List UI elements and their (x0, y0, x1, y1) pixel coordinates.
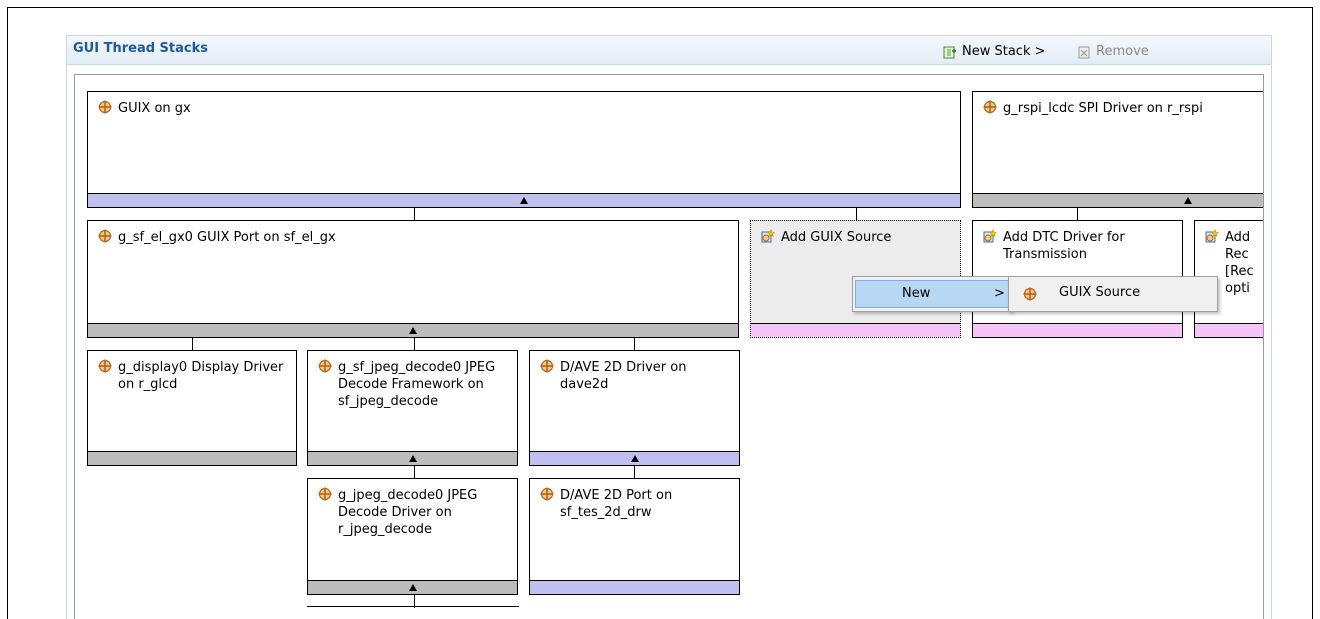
node-label: g_sf_jpeg_decode0 JPEG Decode Framework … (338, 360, 496, 409)
stack-node-sf-el-gx[interactable]: g_sf_el_gx0 GUIX Port on sf_el_gx (87, 220, 739, 338)
node-label: D/AVE 2D Port on sf_tes_2d_drw (560, 488, 673, 520)
collapse-arrow-icon[interactable] (630, 455, 639, 462)
connector-line (414, 337, 415, 351)
stack-node-dave2d-port[interactable]: D/AVE 2D Port on sf_tes_2d_drw (529, 478, 740, 595)
connector-line (192, 337, 193, 351)
connector-line (634, 337, 635, 351)
connector-line (1077, 207, 1078, 221)
connector-line (307, 606, 519, 607)
add-module-icon (983, 229, 997, 243)
placeholder-bar (1195, 323, 1263, 337)
new-stack-label: New Stack > (962, 44, 1046, 59)
node-label: g_jpeg_decode0 JPEG Decode Driver on r_j… (338, 488, 478, 537)
placeholder-bar (751, 323, 960, 337)
collapse-bar[interactable] (530, 451, 739, 465)
node-label: g_rspi_lcdc SPI Driver on r_rspi (1003, 101, 1203, 116)
add-module-icon (1205, 229, 1219, 243)
stack-module-icon (1023, 287, 1037, 301)
stack-node-display0[interactable]: g_display0 Display Driver on r_glcd (87, 350, 297, 466)
stack-module-icon (98, 229, 112, 243)
stack-node-guix[interactable]: GUIX on gx (87, 91, 961, 208)
node-label: D/AVE 2D Driver on dave2d (560, 360, 687, 392)
remove-label: Remove (1096, 44, 1149, 59)
collapse-arrow-icon[interactable] (408, 584, 417, 591)
stack-module-icon (98, 359, 112, 373)
node-label: GUIX on gx (118, 101, 191, 116)
add-module-icon (761, 229, 775, 243)
collapse-arrow-icon[interactable] (408, 455, 417, 462)
connector-line (634, 465, 635, 479)
node-label-line: [Rec (1225, 264, 1254, 279)
connector-line (414, 465, 415, 479)
collapse-bar (530, 580, 739, 594)
stack-module-icon (540, 487, 554, 501)
collapse-bar[interactable] (308, 580, 517, 594)
stack-module-icon (98, 100, 112, 114)
node-label: g_display0 Display Driver on r_glcd (118, 360, 284, 392)
stack-node-jpeg-framework[interactable]: g_sf_jpeg_decode0 JPEG Decode Framework … (307, 350, 518, 466)
collapse-arrow-icon[interactable] (409, 327, 417, 334)
context-menu: New > (852, 276, 1012, 312)
node-label-line: Add (1225, 230, 1251, 245)
stack-canvas[interactable]: GUIX on gx g_rspi_lcdc SPI Driver on r_r… (74, 74, 1264, 619)
connector-line (856, 207, 857, 221)
new-stack-button[interactable]: New Stack > (943, 44, 1046, 59)
node-label: Add DTC Driver for Transmission (1003, 230, 1125, 262)
collapse-arrow-icon[interactable] (1184, 197, 1192, 204)
node-label: Add Rec [Rec opti (1225, 229, 1254, 297)
placeholder-bar (973, 323, 1182, 337)
remove-icon (1078, 46, 1090, 58)
collapse-arrow-icon[interactable] (520, 197, 528, 204)
stack-module-icon (983, 100, 997, 114)
menu-item-guix-source[interactable]: GUIX Source (1011, 280, 1215, 308)
menu-item-guix-source-label: GUIX Source (1059, 285, 1141, 300)
remove-button[interactable]: Remove (1077, 44, 1149, 59)
submenu-arrow-icon: > (994, 286, 1005, 301)
panel-title: GUI Thread Stacks (73, 41, 208, 56)
collapse-bar (88, 451, 296, 465)
stack-module-icon (540, 359, 554, 373)
stack-module-icon (318, 487, 332, 501)
panel-header: GUI Thread Stacks New Stack > Remove (66, 35, 1272, 65)
collapse-bar[interactable] (88, 323, 738, 337)
stack-node-dave2d-driver[interactable]: D/AVE 2D Driver on dave2d (529, 350, 740, 466)
node-label: Add GUIX Source (781, 230, 892, 245)
node-label: g_sf_el_gx0 GUIX Port on sf_el_gx (118, 230, 336, 245)
stack-module-icon (318, 359, 332, 373)
collapse-bar[interactable] (973, 193, 1263, 207)
node-label-line: Rec (1225, 247, 1249, 262)
collapse-bar[interactable] (308, 451, 517, 465)
new-stack-icon (943, 46, 956, 58)
stack-node-rspi[interactable]: g_rspi_lcdc SPI Driver on r_rspi (972, 91, 1263, 208)
menu-item-new-label: New (902, 286, 931, 301)
node-label-line: opti (1225, 281, 1250, 296)
context-submenu: GUIX Source (1008, 276, 1218, 312)
connector-line (414, 207, 415, 221)
menu-item-new[interactable]: New > (855, 280, 1009, 308)
collapse-bar[interactable] (88, 193, 960, 207)
stack-node-jpeg-driver[interactable]: g_jpeg_decode0 JPEG Decode Driver on r_j… (307, 478, 518, 595)
